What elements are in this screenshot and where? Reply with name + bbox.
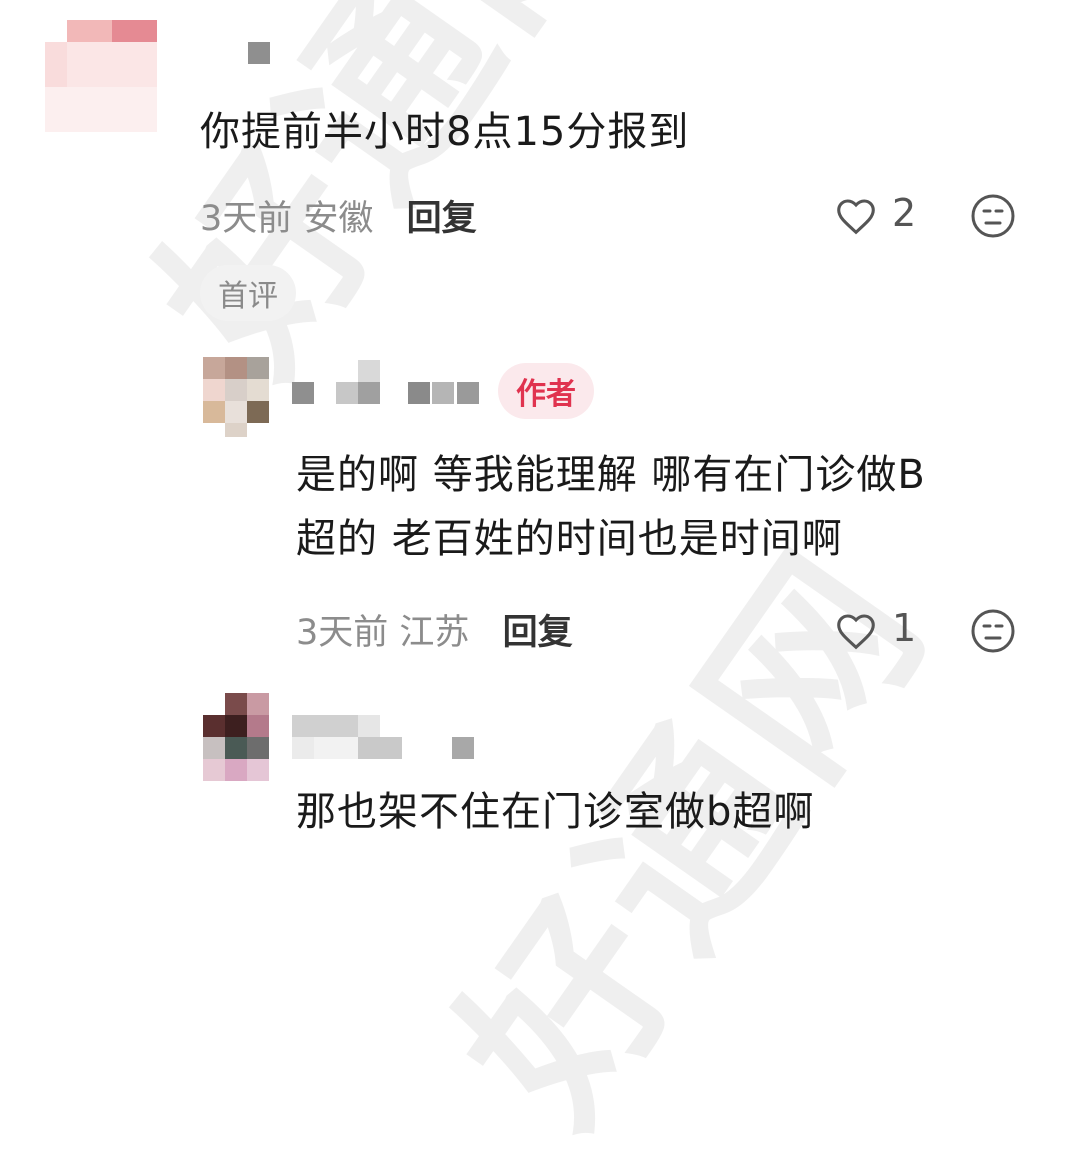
comment-location: 安徽	[303, 199, 374, 239]
username-pixelated[interactable]	[292, 360, 482, 405]
heart-outline-icon	[834, 195, 878, 239]
heart-outline-icon	[834, 610, 878, 654]
like-count: 2	[892, 191, 917, 235]
username-pixelated[interactable]	[292, 715, 482, 760]
reply-text-line: 超的 老百姓的时间也是时间啊	[296, 516, 843, 562]
comment-text: 你提前半小时8点15分报到	[200, 109, 690, 155]
comment-meta: 3天前 安徽 回复	[200, 190, 477, 241]
reply-meta: 3天前 江苏 回复	[296, 604, 573, 655]
emoji-face-icon[interactable]	[970, 608, 1016, 654]
first-comment-badge: 首评	[200, 265, 296, 321]
author-badge: 作者	[498, 363, 594, 419]
reply-text: 是的啊 等我能理解 哪有在门诊做B 超的 老百姓的时间也是时间啊	[296, 443, 926, 571]
comment-time: 3天前	[200, 199, 293, 239]
like-button[interactable]: 2	[834, 191, 924, 239]
reply-location: 江苏	[399, 613, 470, 653]
reply-time: 3天前	[296, 613, 389, 653]
avatar[interactable]	[203, 357, 271, 437]
reply-button[interactable]: 回复	[407, 199, 477, 239]
like-button[interactable]: 1	[834, 606, 924, 654]
reply-button[interactable]: 回复	[503, 613, 573, 653]
username-pixelated[interactable]	[248, 42, 270, 64]
avatar[interactable]	[203, 693, 271, 783]
reply-text-line: 是的啊 等我能理解 哪有在门诊做B	[296, 452, 926, 498]
reply-text: 那也架不住在门诊室做b超啊	[296, 789, 815, 835]
avatar[interactable]	[45, 20, 160, 135]
emoji-face-icon[interactable]	[970, 193, 1016, 239]
like-count: 1	[892, 606, 917, 650]
